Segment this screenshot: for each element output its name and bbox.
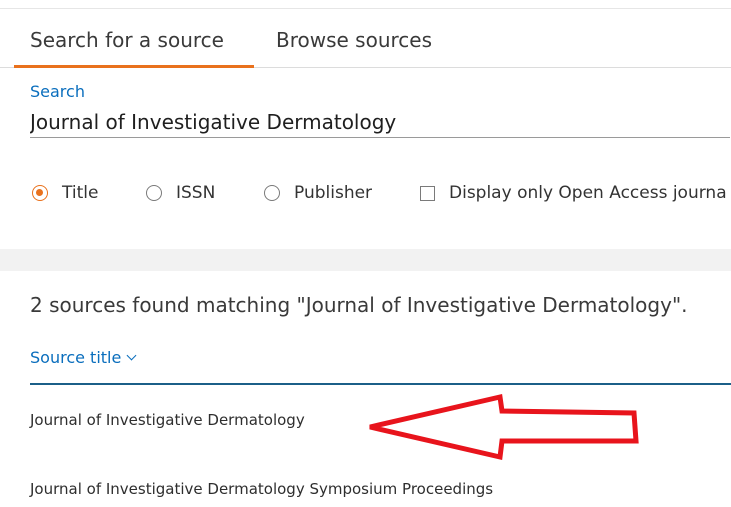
radio-title-control[interactable]: [32, 185, 48, 201]
results-count-text: 2 sources found matching "Journal of Inv…: [30, 293, 688, 317]
result-row-1[interactable]: Journal of Investigative Dermatology: [30, 411, 305, 429]
active-tab-indicator: [14, 65, 254, 68]
radio-title[interactable]: Title: [32, 180, 98, 206]
open-access-filter[interactable]: Display only Open Access journa: [420, 180, 727, 206]
radio-publisher-control[interactable]: [264, 185, 280, 201]
radio-publisher-label: Publisher: [294, 183, 373, 203]
sort-source-title-header[interactable]: Source title: [30, 348, 137, 367]
chevron-down-icon: [126, 350, 137, 361]
column-header-label: Source title: [30, 348, 122, 367]
column-header-rule: [30, 383, 731, 385]
radio-issn-label: ISSN: [176, 183, 216, 203]
arrow-left-icon: [369, 393, 639, 461]
radio-title-label: Title: [62, 183, 99, 203]
radio-issn[interactable]: ISSN: [146, 180, 215, 206]
section-divider-band: [0, 249, 731, 271]
result-row-2[interactable]: Journal of Investigative Dermatology Sym…: [30, 480, 493, 498]
open-access-checkbox[interactable]: [420, 185, 435, 201]
tab-browse-sources[interactable]: Browse sources: [276, 28, 432, 52]
radio-issn-control[interactable]: [146, 185, 162, 201]
search-input[interactable]: [30, 106, 730, 138]
radio-publisher[interactable]: Publisher: [264, 180, 372, 206]
top-cropped-strip: [0, 0, 731, 9]
search-field-label: Search: [30, 82, 85, 101]
tab-search-for-source[interactable]: Search for a source: [30, 28, 224, 52]
open-access-label: Display only Open Access journa: [449, 183, 727, 203]
